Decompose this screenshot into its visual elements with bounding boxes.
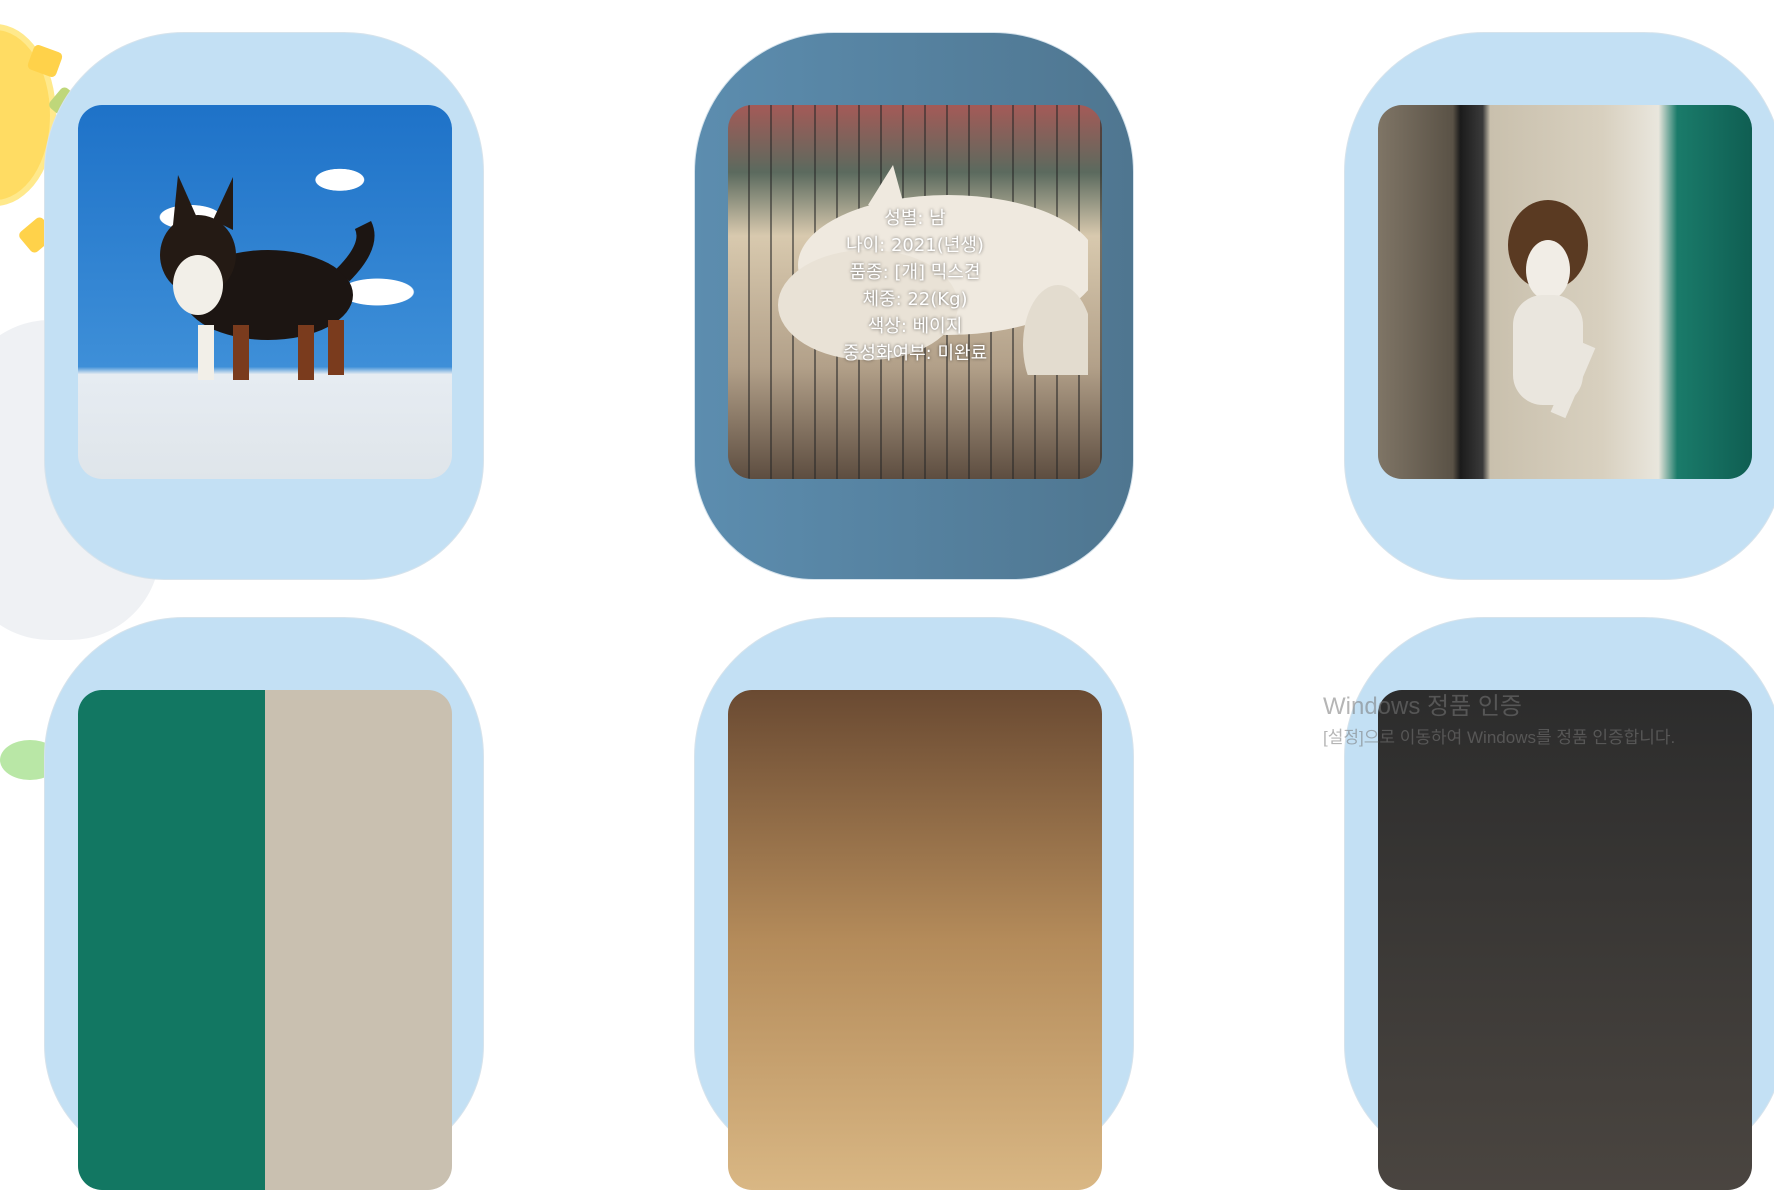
breed-text: 품종: [개] 믹스견 (849, 262, 981, 283)
watermark-subtitle: [설정]으로 이동하여 Windows를 정품 인증합니다. (1323, 728, 1676, 747)
dog-card-2[interactable]: 성별: 남 나이: 2021(년생) 품종: [개] 믹스견 체중: 22(Kg… (694, 32, 1134, 580)
gender-text: 성별: 남 (884, 208, 946, 229)
dog-photo (1378, 105, 1752, 479)
weight-text: 체중: 22(Kg) (862, 289, 968, 310)
dog-photo (1378, 690, 1752, 1190)
dog-card-1[interactable] (44, 32, 484, 580)
color-text: 색상: 베이지 (867, 316, 963, 337)
dog-card-3[interactable] (1344, 32, 1774, 580)
dog-photo (78, 105, 452, 479)
dog-figure (160, 175, 375, 380)
dog-info-overlay: 성별: 남 나이: 2021(년생) 품종: [개] 믹스견 체중: 22(Kg… (728, 205, 1102, 367)
neutered-text: 중성화여부: 미완료 (842, 343, 988, 364)
dog-figure (1508, 200, 1596, 419)
windows-activation-watermark: Windows 정품 인증 [설정]으로 이동하여 Windows를 정품 인증… (1323, 686, 1675, 748)
dog-card-5[interactable] (694, 617, 1134, 1190)
dog-card-4[interactable] (44, 617, 484, 1190)
dog-photo (728, 690, 1102, 1190)
dog-photo (78, 690, 452, 1190)
watermark-title: Windows 정품 인증 (1323, 693, 1523, 720)
dog-photo: 성별: 남 나이: 2021(년생) 품종: [개] 믹스견 체중: 22(Kg… (728, 105, 1102, 479)
age-text: 나이: 2021(년생) (846, 235, 984, 256)
